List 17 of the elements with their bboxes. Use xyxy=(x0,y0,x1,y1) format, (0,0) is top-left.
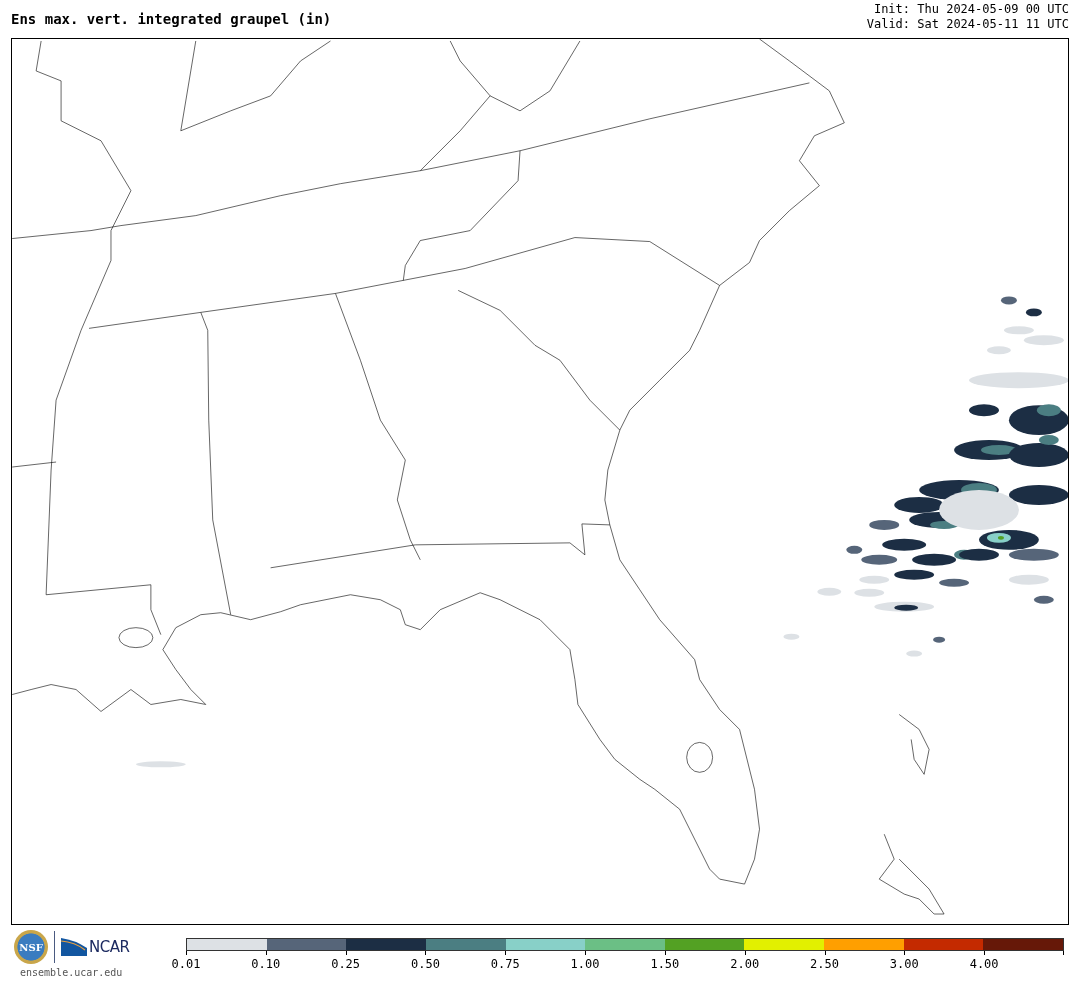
init-time: Init: Thu 2024-05-09 00 UTC xyxy=(872,2,1069,17)
website-url: ensemble.ucar.edu xyxy=(20,967,123,978)
tick-label: 1.50 xyxy=(650,957,680,971)
tick-label: 0.25 xyxy=(331,957,361,971)
tick-label: 4.00 xyxy=(969,957,999,971)
tick-label: 3.00 xyxy=(889,957,919,971)
tick-label: 0.75 xyxy=(490,957,520,971)
nsf-logo: NSF xyxy=(14,930,48,964)
tick-label: 2.50 xyxy=(810,957,839,971)
ncar-logo: NCAR xyxy=(61,938,130,956)
map-title: Ens max. vert. integrated graupel (in) xyxy=(11,11,332,29)
tick-label: 2.00 xyxy=(730,957,760,971)
tick-label: 0.01 xyxy=(171,957,201,971)
tick-label: 1.00 xyxy=(570,957,600,971)
tick-label: 0.50 xyxy=(411,957,440,971)
valid-time: Valid: Sat 2024-05-11 11 UTC xyxy=(866,17,1069,32)
tick-label: 0.10 xyxy=(251,957,281,971)
